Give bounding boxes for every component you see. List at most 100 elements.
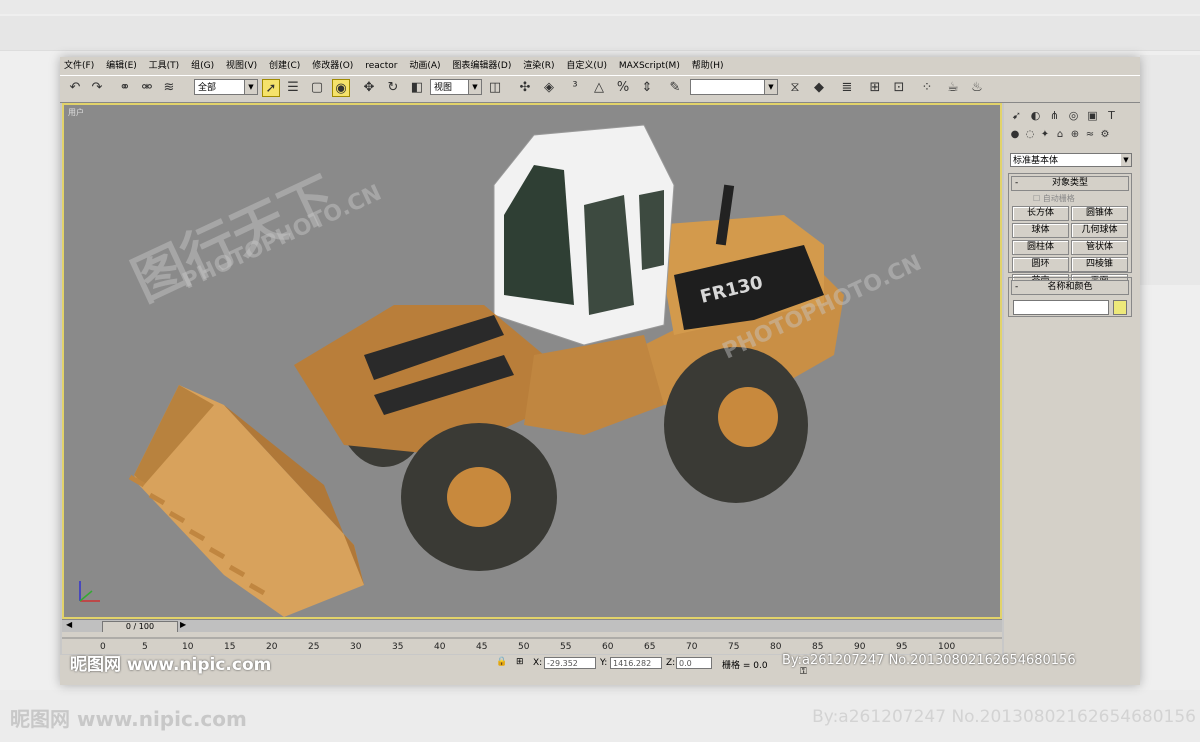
utilities-tab-icon[interactable]: T (1103, 107, 1120, 124)
layer-manager-icon[interactable]: ≣ (838, 79, 856, 97)
lights-icon[interactable]: ✦ (1038, 129, 1052, 140)
menu-rendering[interactable]: 渲染(R) (523, 61, 554, 71)
name-color-rollout: - 名称和颜色 (1008, 277, 1132, 317)
background-panel (1140, 55, 1200, 285)
material-editor-icon[interactable]: ⁘ (918, 79, 936, 97)
select-object-icon[interactable]: ➚ (262, 79, 280, 97)
tick-label: 95 (896, 642, 908, 652)
create-category-icons: ● ◌ ✦ ⌂ ⊕ ≈ ⚙ (1008, 129, 1136, 147)
tick-label: 75 (728, 642, 740, 652)
object-name-input[interactable] (1013, 300, 1109, 315)
spacewarps-icon[interactable]: ≈ (1083, 129, 1097, 140)
front-hub (447, 467, 511, 527)
menu-views[interactable]: 视图(V) (226, 61, 257, 71)
cameras-icon[interactable]: ⌂ (1053, 129, 1067, 140)
angle-snap-icon[interactable]: △ (590, 79, 608, 97)
menu-edit[interactable]: 编辑(E) (106, 61, 137, 71)
pivot-center-icon[interactable]: ◫ (486, 79, 504, 97)
lock-icon[interactable]: 🔒 (496, 657, 507, 667)
rear-hub (718, 387, 778, 447)
rect-region-icon[interactable]: ▢ (308, 79, 326, 97)
menu-reactor[interactable]: reactor (365, 61, 397, 71)
hierarchy-tab-icon[interactable]: ⋔ (1046, 107, 1063, 124)
tick-label: 50 (518, 642, 530, 652)
unlink-icon[interactable]: ⚮ (138, 79, 156, 97)
sphere-button[interactable]: 球体 (1012, 223, 1069, 238)
y-coord-field[interactable]: 1416.282 (610, 657, 662, 669)
redo-icon[interactable]: ↷ (88, 79, 106, 97)
window-crossing-icon[interactable]: ◉ (332, 79, 350, 97)
x-label: X: (533, 658, 543, 668)
perspective-viewport[interactable]: 用户 FR130 图行天下 PHOTOPHOTO.CN PHOTOPHOTO.C… (62, 103, 1002, 619)
menu-create[interactable]: 创建(C) (269, 61, 300, 71)
geometry-icon[interactable]: ● (1008, 129, 1022, 140)
grid-readout: 栅格 = 0.0 (722, 661, 768, 671)
menu-tools[interactable]: 工具(T) (149, 61, 180, 71)
watermark-site: 昵图网 www.nipic.com (70, 655, 272, 675)
select-by-name-icon[interactable]: ☰ (284, 79, 302, 97)
object-type-header[interactable]: - 对象类型 (1011, 176, 1129, 191)
slider-right-icon[interactable]: ▶ (180, 620, 186, 629)
cylinder-button[interactable]: 圆柱体 (1012, 240, 1069, 255)
modify-tab-icon[interactable]: ◐ (1027, 107, 1044, 124)
display-tab-icon[interactable]: ▣ (1084, 107, 1101, 124)
primitive-category-select[interactable]: 标准基本体 ▼ (1010, 153, 1132, 167)
background-watermark-site: 昵图网 www.nipic.com (10, 707, 247, 731)
snap-3d-icon[interactable]: ³ (566, 79, 584, 97)
torus-button[interactable]: 圆环 (1012, 257, 1069, 272)
align-icon[interactable]: ◆ (810, 79, 828, 97)
object-color-swatch[interactable] (1113, 300, 1127, 315)
schematic-view-icon[interactable]: ⊡ (890, 79, 908, 97)
menu-animation[interactable]: 动画(A) (409, 61, 440, 71)
quick-render-icon[interactable]: ♨ (968, 79, 986, 97)
shapes-icon[interactable]: ◌ (1023, 129, 1037, 140)
time-slider[interactable]: ◀ 0 / 100 ▶ (62, 619, 1002, 633)
motion-tab-icon[interactable]: ◎ (1065, 107, 1082, 124)
menu-modifiers[interactable]: 修改器(O) (312, 61, 353, 71)
name-color-header[interactable]: - 名称和颜色 (1011, 280, 1129, 295)
cone-button[interactable]: 圆锥体 (1071, 206, 1128, 221)
reference-coord-select[interactable]: 视图 ▼ (430, 79, 482, 95)
absolute-mode-icon[interactable]: ⊞ (516, 657, 524, 667)
helpers-icon[interactable]: ⊕ (1068, 129, 1082, 140)
move-icon[interactable]: ✥ (360, 79, 378, 97)
bind-spacewarp-icon[interactable]: ≋ (160, 79, 178, 97)
menu-group[interactable]: 组(G) (191, 61, 214, 71)
command-panel-tabs: ➹ ◐ ⋔ ◎ ▣ T (1008, 107, 1136, 125)
spinner-snap-icon[interactable]: ⇕ (638, 79, 656, 97)
undo-icon[interactable]: ↶ (66, 79, 84, 97)
main-toolbar: ↶ ↷ ⚭ ⚮ ≋ 全部 ▼ ➚ ☰ ▢ ◉ ✥ ↻ ◧ 视图 ▼ ◫ ✣ ◈ ³ … (60, 75, 1140, 103)
pyramid-button[interactable]: 四棱锥 (1071, 257, 1128, 272)
tube-button[interactable]: 管状体 (1071, 240, 1128, 255)
menu-bar: 文件(F) 编辑(E) 工具(T) 组(G) 视图(V) 创建(C) 修改器(O… (60, 57, 1140, 75)
menu-graph-editors[interactable]: 图表编辑器(D) (452, 61, 511, 71)
x-coord-field[interactable]: -29.352 (544, 657, 596, 669)
scale-icon[interactable]: ◧ (408, 79, 426, 97)
box-button[interactable]: 长方体 (1012, 206, 1069, 221)
axis-tripod-icon (79, 581, 100, 602)
menu-file[interactable]: 文件(F) (64, 61, 94, 71)
percent-snap-icon[interactable]: % (614, 79, 632, 97)
z-coord-field[interactable]: 0.0 (676, 657, 712, 669)
menu-customize[interactable]: 自定义(U) (566, 61, 607, 71)
selection-filter-select[interactable]: 全部 ▼ (194, 79, 258, 95)
edit-named-sel-icon[interactable]: ✎ (666, 79, 684, 97)
menu-help[interactable]: 帮助(H) (692, 61, 724, 71)
mirror-icon[interactable]: ⧖ (786, 79, 804, 97)
render-scene-icon[interactable]: ☕ (944, 79, 962, 97)
y-label: Y: (600, 658, 608, 668)
systems-icon[interactable]: ⚙ (1098, 129, 1112, 140)
link-icon[interactable]: ⚭ (116, 79, 134, 97)
rotate-icon[interactable]: ↻ (384, 79, 402, 97)
menu-maxscript[interactable]: MAXScript(M) (619, 61, 680, 71)
geosphere-button[interactable]: 几何球体 (1071, 223, 1128, 238)
autogrid-checkbox[interactable]: ☐ 自动栅格 (1033, 193, 1131, 204)
named-selection-select[interactable]: ▼ (690, 79, 778, 95)
slider-left-icon[interactable]: ◀ (66, 620, 72, 629)
key-icon[interactable]: ⚿ (800, 667, 807, 677)
chevron-down-icon: ▼ (764, 80, 777, 94)
create-tab-icon[interactable]: ➹ (1008, 107, 1025, 124)
select-manipulate-icon[interactable]: ✣ (516, 79, 534, 97)
snap-toggle-icon[interactable]: ◈ (540, 79, 558, 97)
curve-editor-icon[interactable]: ⊞ (866, 79, 884, 97)
